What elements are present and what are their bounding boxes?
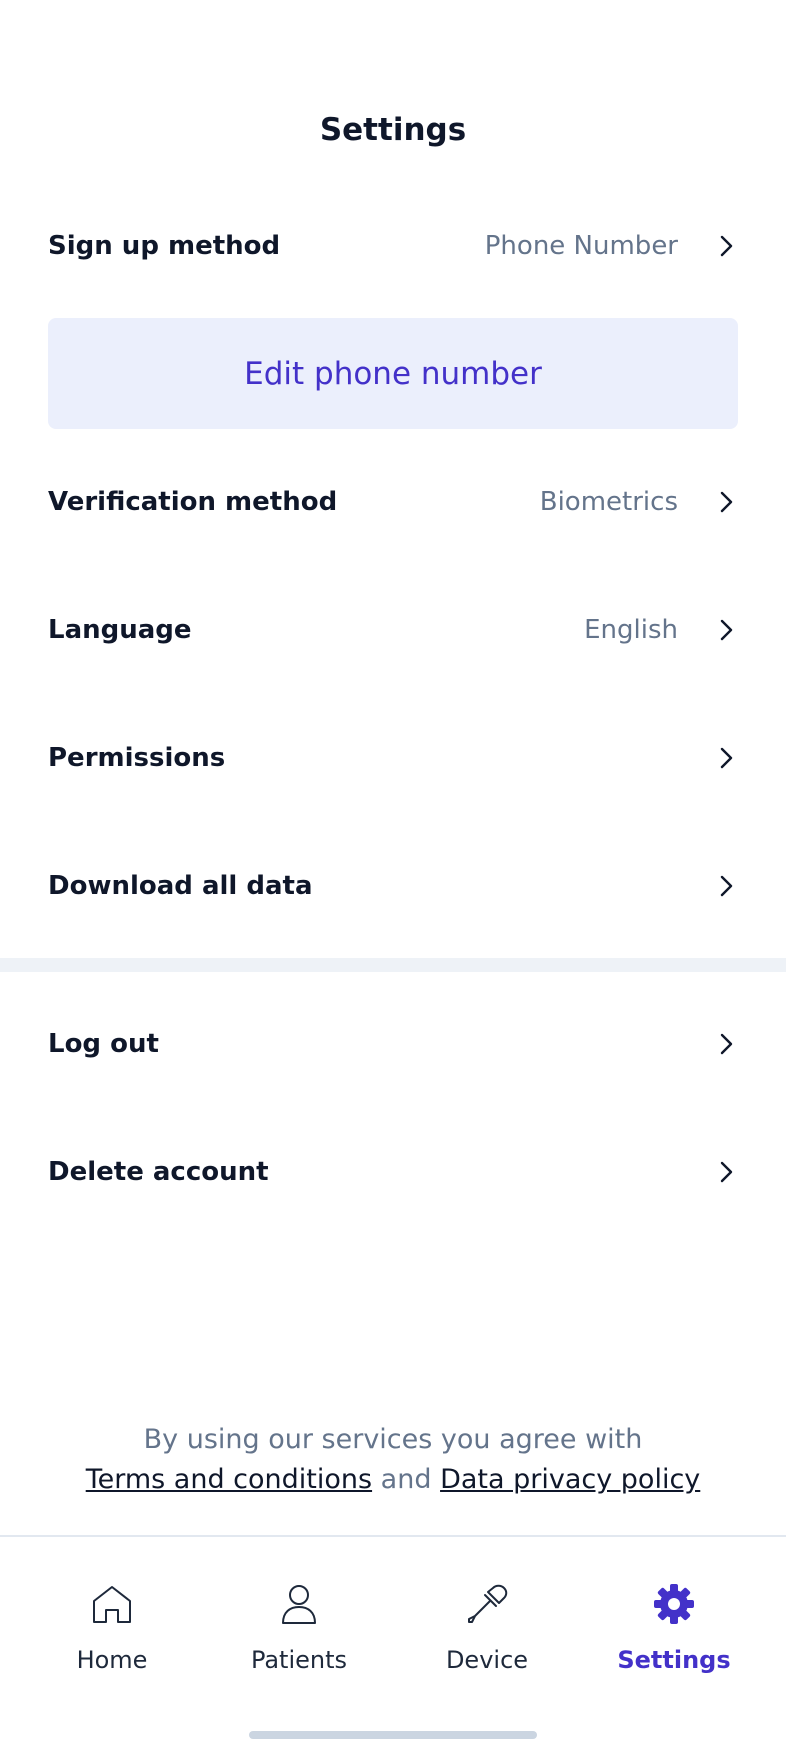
tab-device[interactable]: Device: [392, 1580, 582, 1674]
row-value: English: [584, 615, 678, 645]
settings-row-signup-method[interactable]: Sign up method Phone Number: [48, 216, 738, 276]
tab-patients[interactable]: Patients: [204, 1580, 394, 1674]
row-value: Phone Number: [484, 231, 678, 261]
settings-row-permissions[interactable]: Permissions: [48, 728, 738, 788]
chevron-right-icon: [714, 1160, 738, 1184]
terms-link[interactable]: Terms and conditions: [86, 1464, 372, 1495]
tab-label: Settings: [617, 1646, 731, 1674]
chevron-right-icon: [714, 746, 738, 770]
row-label: Delete account: [48, 1157, 269, 1187]
legal-notice: By using our services you agree with Ter…: [0, 1420, 786, 1500]
page-title: Settings: [319, 112, 467, 148]
row-label: Permissions: [48, 743, 226, 773]
settings-row-log-out[interactable]: Log out: [48, 1014, 738, 1074]
chevron-right-icon: [714, 490, 738, 514]
home-icon: [88, 1580, 136, 1632]
tab-label: Device: [445, 1646, 529, 1674]
row-label: Download all data: [48, 871, 313, 901]
settings-row-delete-account[interactable]: Delete account: [48, 1142, 738, 1202]
user-icon: [275, 1580, 323, 1632]
row-label: Sign up method: [48, 231, 281, 261]
tab-settings[interactable]: Settings: [579, 1580, 769, 1674]
row-value: Biometrics: [539, 487, 678, 517]
settings-row-download-data[interactable]: Download all data: [48, 856, 738, 916]
section-divider: [0, 958, 786, 972]
tab-bar-divider: [0, 1535, 786, 1537]
tab-label: Patients: [250, 1646, 348, 1674]
row-label: Log out: [48, 1029, 159, 1059]
legal-and: and: [380, 1464, 432, 1495]
dropper-icon: [463, 1580, 511, 1632]
home-indicator: [249, 1731, 537, 1739]
tab-home[interactable]: Home: [17, 1580, 207, 1674]
chevron-right-icon: [714, 234, 738, 258]
chevron-right-icon: [714, 618, 738, 642]
settings-row-verification-method[interactable]: Verification method Biometrics: [48, 472, 738, 532]
settings-row-language[interactable]: Language English: [48, 600, 738, 660]
gear-icon: [650, 1580, 698, 1632]
tab-label: Home: [76, 1646, 148, 1674]
row-label: Verification method: [48, 487, 338, 517]
legal-prefix: By using our services you agree with: [143, 1424, 643, 1455]
privacy-policy-link[interactable]: Data privacy policy: [440, 1464, 700, 1495]
chevron-right-icon: [714, 1032, 738, 1056]
chevron-right-icon: [714, 874, 738, 898]
row-label: Language: [48, 615, 192, 645]
edit-phone-number-button[interactable]: Edit phone number: [48, 318, 738, 429]
legal-links-line: Terms and conditions and Data privacy po…: [0, 1460, 786, 1500]
